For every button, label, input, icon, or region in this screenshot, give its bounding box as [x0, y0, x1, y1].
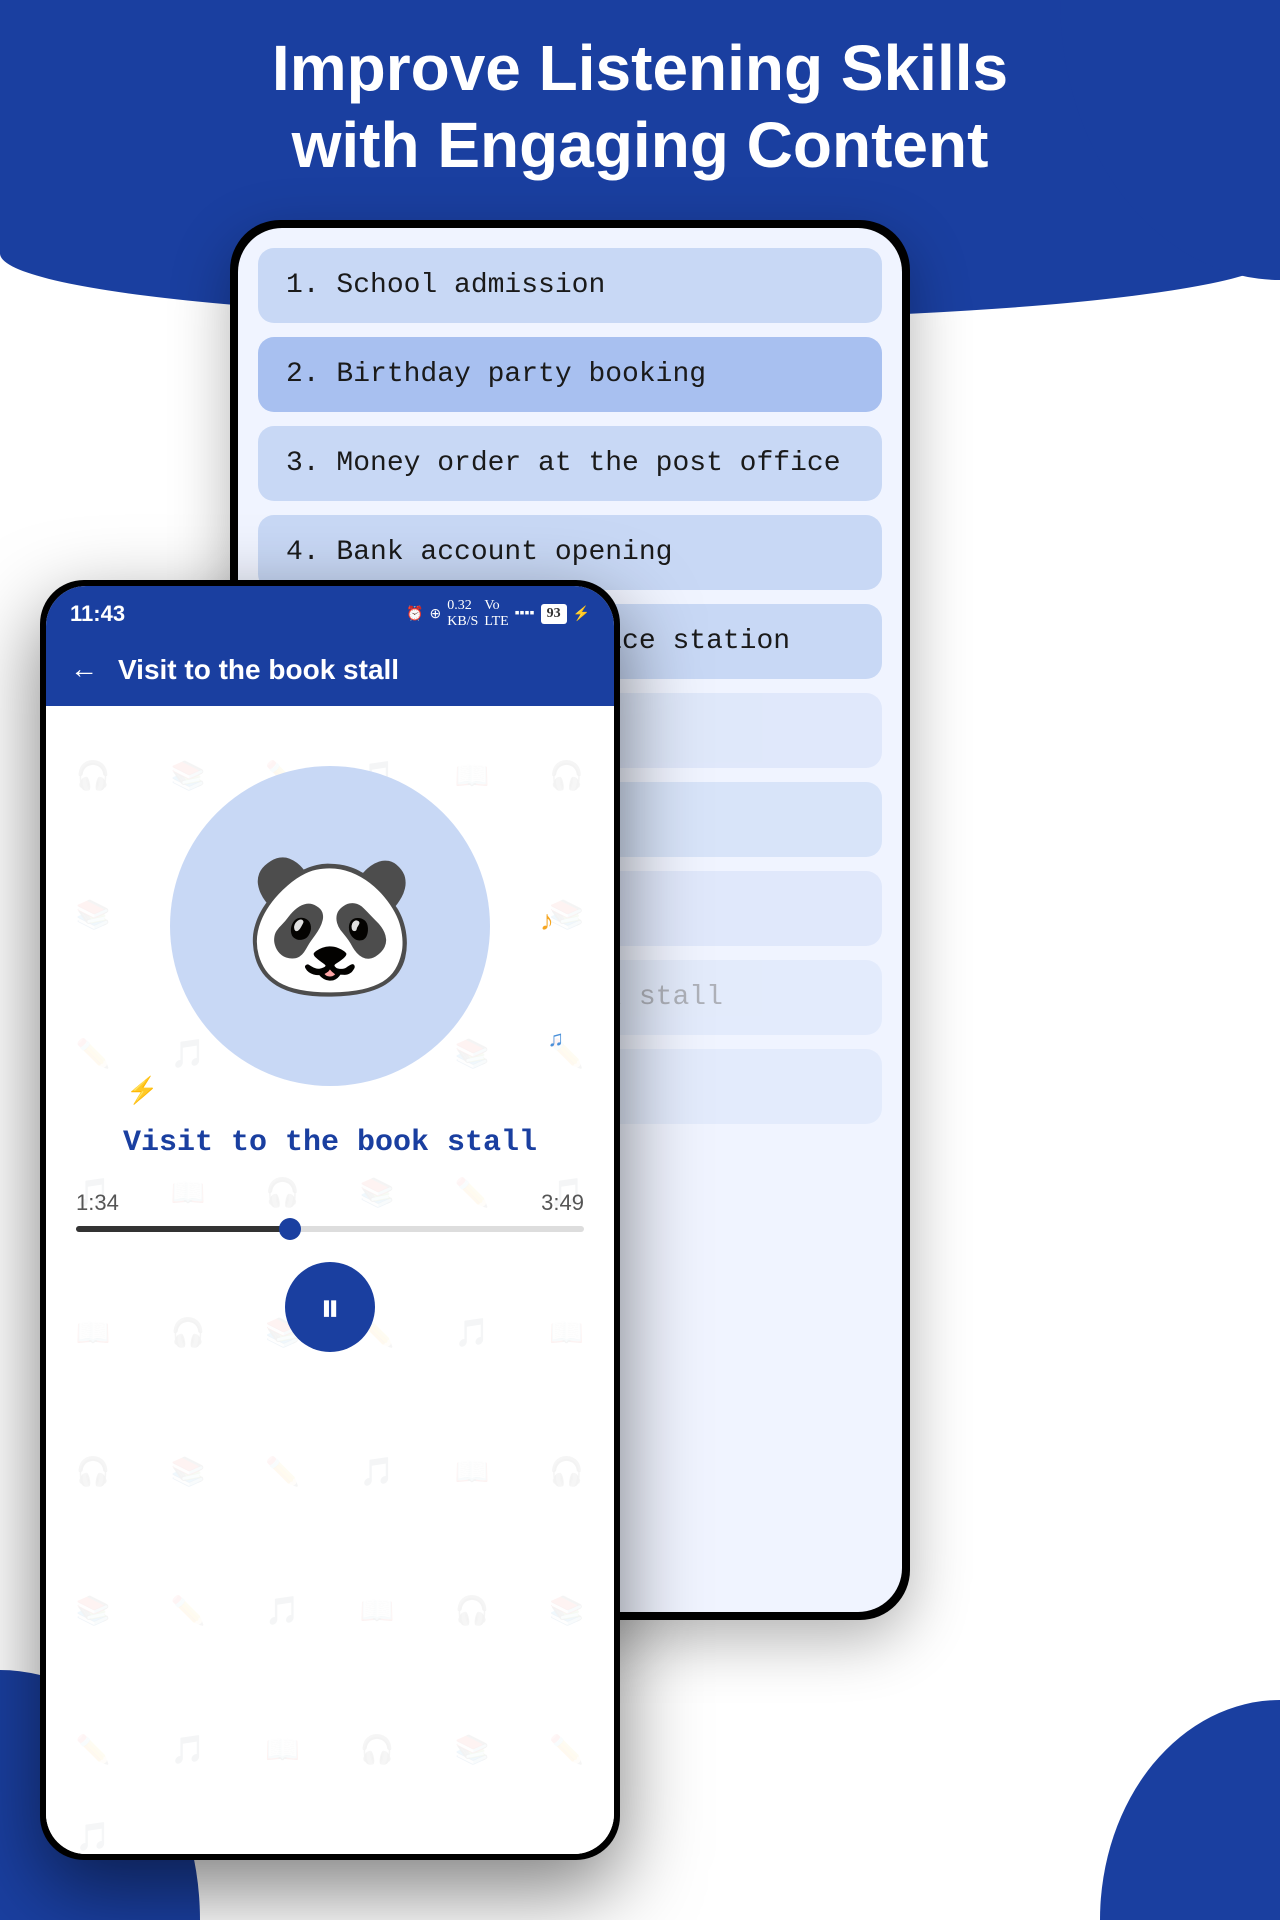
music-note-1-icon: ♪ [540, 906, 554, 938]
list-item-3[interactable]: 3. Money order at the post office [258, 426, 882, 501]
progress-fill [76, 1226, 289, 1232]
screen-title: Visit to the book stall [118, 654, 399, 686]
network-type: VoLTE [484, 598, 508, 630]
list-item-1[interactable]: 1. School admission [258, 248, 882, 323]
total-time: 3:49 [541, 1190, 584, 1216]
front-phone-screen: 11:43 ⏰ ⊕ 0.32KB/S VoLTE ▪▪▪▪ 93 ⚡ ← Vis… [46, 586, 614, 1854]
front-phone: 11:43 ⏰ ⊕ 0.32KB/S VoLTE ▪▪▪▪ 93 ⚡ ← Vis… [40, 580, 620, 1860]
list-item-2[interactable]: 2. Birthday party booking [258, 337, 882, 412]
charging-icon: ⚡ [573, 606, 590, 623]
status-bar: 11:43 ⏰ ⊕ 0.32KB/S VoLTE ▪▪▪▪ 93 ⚡ [46, 586, 614, 638]
headline-line2: with Engaging Content [60, 107, 1220, 184]
back-button[interactable]: ← [70, 654, 98, 686]
bluetooth-icon: ⊕ [429, 606, 441, 623]
app-header: ← Visit to the book stall [46, 638, 614, 706]
track-title: Visit to the book stall [123, 1126, 537, 1160]
play-pause-button[interactable]: ⏸ [285, 1262, 375, 1352]
status-time: 11:43 [70, 601, 125, 627]
main-headline: Improve Listening Skills with Engaging C… [0, 30, 1280, 184]
time-row: 1:34 3:49 [76, 1190, 584, 1216]
progress-area: 1:34 3:49 [76, 1190, 584, 1232]
music-note-2-icon: ♫ [548, 1026, 565, 1052]
data-speed: 0.32KB/S [447, 598, 478, 630]
panda-avatar-circle: 🐼 [170, 766, 490, 1086]
decorative-blob-bottom-right [1100, 1700, 1280, 1920]
signal-icon: ▪▪▪▪ [515, 606, 535, 622]
lightning-icon: ⚡ [126, 1076, 158, 1106]
alarm-icon: ⏰ [406, 606, 423, 623]
headline-line1: Improve Listening Skills [60, 30, 1220, 107]
pause-icon: ⏸ [320, 1284, 340, 1331]
progress-bar[interactable] [76, 1226, 584, 1232]
current-time: 1:34 [76, 1190, 119, 1216]
status-icons: ⏰ ⊕ 0.32KB/S VoLTE ▪▪▪▪ 93 ⚡ [406, 598, 590, 630]
panda-icon: 🐼 [243, 856, 417, 996]
battery-level: 93 [541, 604, 567, 624]
player-content: 🎧 📚 ✏️ 🎵 📖 🎧 📚 ✏️ 🎵 📖 🎧 📚 ✏️ 🎵 📖 🎧 📚 ✏️ … [46, 706, 614, 1854]
list-item-4[interactable]: 4. Bank account opening [258, 515, 882, 590]
